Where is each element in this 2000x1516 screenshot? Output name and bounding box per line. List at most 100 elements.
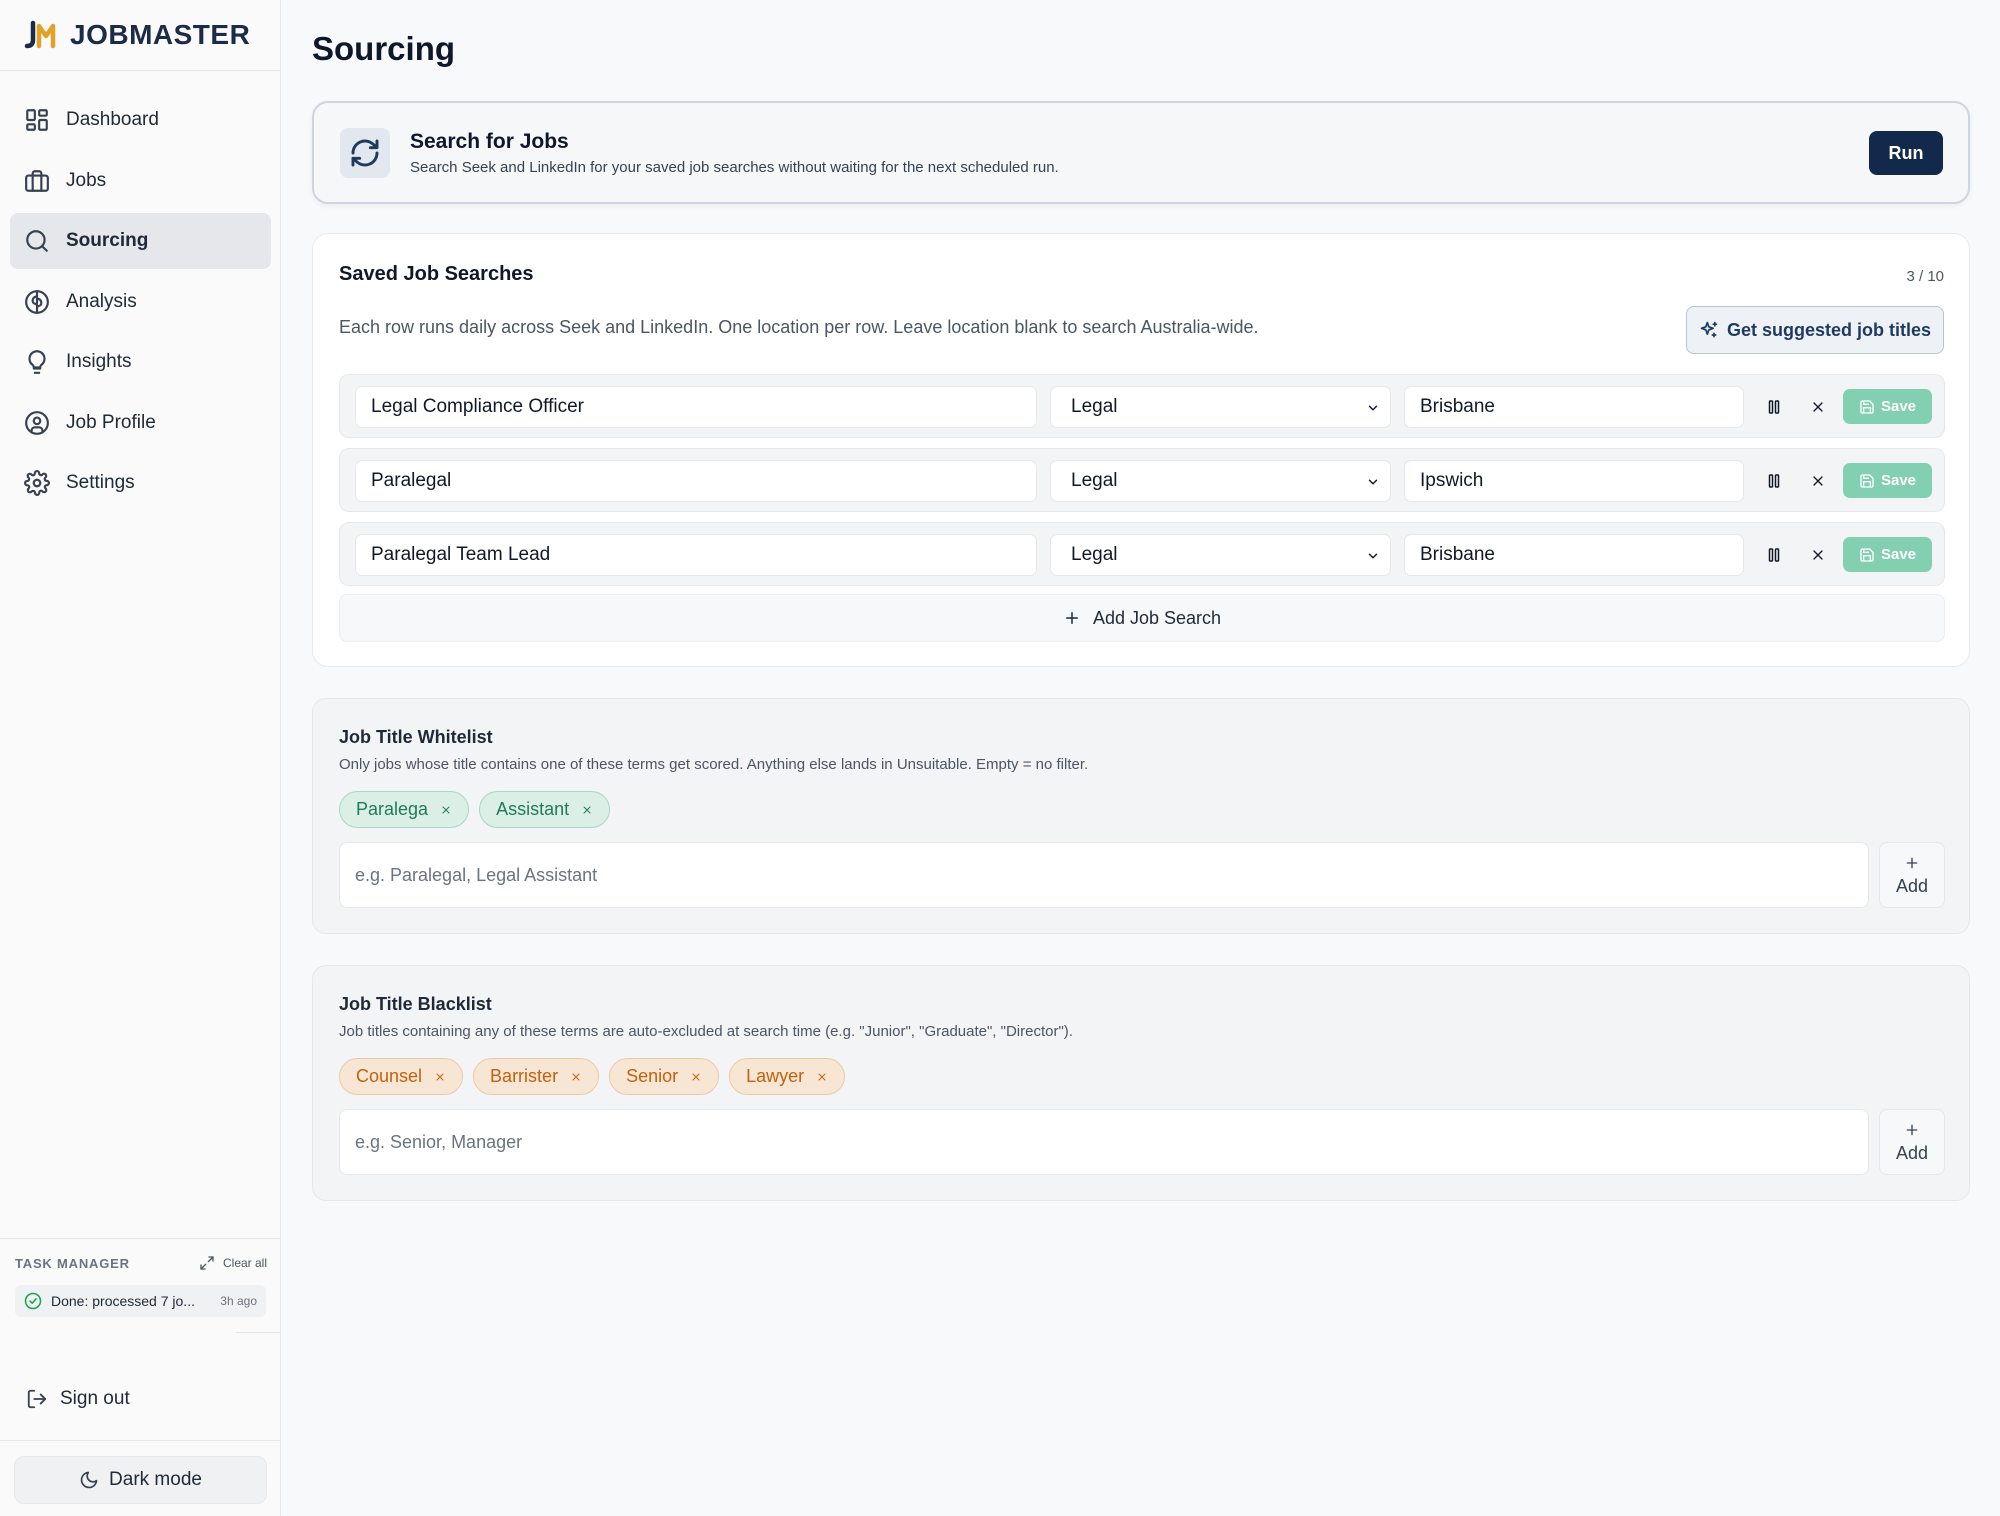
save-label: Save	[1880, 472, 1917, 489]
nav-item-job-profile[interactable]: Job Profile	[10, 395, 271, 451]
nav-label: Insights	[66, 351, 132, 372]
clear-all-label: Clear all	[222, 1256, 267, 1270]
nav-label: Job Profile	[66, 411, 156, 433]
close-icon	[1813, 476, 1823, 486]
get-suggested-job-titles-button[interactable]: Get suggested job titles	[1686, 306, 1944, 354]
location-input[interactable]: Brisbane	[1404, 534, 1744, 576]
job-search-row: Legal Compliance Officer Legal Brisbane …	[339, 374, 1945, 438]
pause-button[interactable]	[1756, 463, 1792, 499]
saved-job-searches-card: Saved Job Searches 3 / 10 Each row runs …	[312, 233, 1970, 667]
save-label: Save	[1880, 546, 1917, 563]
clear-all-button[interactable]: Clear all	[199, 1255, 267, 1271]
task-time: 3h ago	[220, 1294, 257, 1308]
save-button[interactable]: Save	[1843, 463, 1932, 498]
add-job-search-label: Add Job Search	[1092, 607, 1222, 628]
run-card-title: Search for Jobs	[410, 130, 569, 153]
add-job-search-button[interactable]: Add Job Search	[339, 594, 1945, 642]
close-icon[interactable]	[570, 1071, 582, 1083]
save-button[interactable]: Save	[1843, 537, 1932, 572]
blacklist-chip: Lawyer	[729, 1058, 846, 1095]
main-nav: Dashboard Jobs Sourcing Analysis Insight…	[10, 92, 271, 516]
job-search-row: Paralegal Legal Ipswich Save	[339, 448, 1945, 512]
save-icon	[1860, 473, 1874, 488]
chip-label: Barrister	[490, 1066, 559, 1086]
divider	[236, 1332, 281, 1333]
expand-icon[interactable]	[199, 1255, 215, 1271]
pause-icon	[1768, 400, 1780, 414]
blacklist-chips: Counsel Barrister Senior Lawyer	[339, 1058, 846, 1095]
blacklist-add-button[interactable]: Add	[1879, 1109, 1945, 1175]
task-manager-title: TASK MANAGER	[15, 1255, 130, 1271]
remove-row-button[interactable]	[1800, 537, 1836, 573]
chip-label: Counsel	[356, 1066, 423, 1086]
briefcase-icon	[25, 169, 49, 192]
nav-item-jobs[interactable]: Jobs	[10, 153, 271, 209]
blacklist-chip: Barrister	[473, 1058, 600, 1095]
nav-item-settings[interactable]: Settings	[10, 455, 271, 511]
nav-item-dashboard[interactable]: Dashboard	[10, 92, 271, 148]
chevron-down-icon	[1368, 405, 1378, 411]
whitelist-add-button[interactable]: Add	[1879, 842, 1945, 908]
close-icon[interactable]	[816, 1071, 828, 1083]
gear-icon	[24, 470, 50, 496]
chip-label: Assistant	[496, 799, 570, 819]
user-circle-icon	[25, 410, 49, 435]
nav-item-sourcing[interactable]: Sourcing	[10, 213, 271, 269]
job-search-row: Paralegal Team Lead Legal Brisbane Save	[339, 522, 1945, 586]
category-value: Legal	[1071, 544, 1118, 565]
close-icon[interactable]	[434, 1071, 446, 1083]
category-select[interactable]: Legal	[1050, 534, 1391, 576]
refresh-icon	[340, 128, 390, 178]
chip-label: Paralega	[356, 799, 429, 819]
job-title-input[interactable]: Paralegal	[355, 460, 1037, 502]
category-value: Legal	[1071, 470, 1118, 491]
remove-row-button[interactable]	[1800, 389, 1836, 425]
category-value: Legal	[1071, 396, 1118, 417]
add-label: Add	[1895, 876, 1929, 896]
saved-searches-count: 3 / 10	[1906, 268, 1944, 285]
run-button[interactable]: Run	[1869, 131, 1943, 175]
pause-icon	[1768, 548, 1780, 562]
whitelist-chip: Assistant	[479, 791, 611, 828]
brand-name: JOBMASTER	[70, 19, 251, 50]
location-input[interactable]: Brisbane	[1404, 386, 1744, 428]
nav-item-insights[interactable]: Insights	[10, 334, 271, 390]
chevron-down-icon	[1368, 553, 1378, 559]
nav-item-analysis[interactable]: Analysis	[10, 274, 271, 330]
category-select[interactable]: Legal	[1050, 460, 1391, 502]
pause-button[interactable]	[1756, 389, 1792, 425]
location-input[interactable]: Ipswich	[1404, 460, 1744, 502]
blacklist-chip: Senior	[609, 1058, 720, 1095]
whitelist-chips: Paralega Assistant	[339, 791, 611, 828]
dark-mode-toggle[interactable]: Dark mode	[14, 1456, 267, 1504]
close-icon[interactable]	[690, 1071, 702, 1083]
sign-out-button[interactable]: Sign out	[26, 1388, 130, 1410]
task-item[interactable]: Done: processed 7 jo... 3h ago	[15, 1285, 266, 1317]
blacklist-input[interactable]: e.g. Senior, Manager	[339, 1109, 1869, 1175]
whitelist-input[interactable]: e.g. Paralegal, Legal Assistant	[339, 842, 1869, 908]
brain-icon	[25, 289, 49, 314]
save-icon	[1860, 399, 1874, 414]
close-icon[interactable]	[440, 804, 452, 816]
brand-logo[interactable]: JOBMASTER	[24, 18, 250, 52]
save-icon	[1860, 547, 1874, 562]
whitelist-title: Job Title Whitelist	[339, 727, 493, 747]
nav-label: Jobs	[66, 169, 107, 191]
save-label: Save	[1880, 398, 1917, 415]
save-button[interactable]: Save	[1843, 389, 1932, 424]
sidebar: JOBMASTER Dashboard Jobs Sourcing Analys…	[0, 0, 281, 1516]
plus-icon	[1065, 612, 1078, 624]
run-card-description: Search Seek and LinkedIn for your saved …	[410, 159, 1059, 176]
job-title-input[interactable]: Paralegal Team Lead	[355, 534, 1037, 576]
pause-button[interactable]	[1756, 537, 1792, 573]
remove-row-button[interactable]	[1800, 463, 1836, 499]
divider	[0, 70, 281, 71]
job-title-input[interactable]: Legal Compliance Officer	[355, 386, 1037, 428]
whitelist-description: Only jobs whose title contains one of th…	[339, 756, 1089, 773]
category-select[interactable]: Legal	[1050, 386, 1391, 428]
close-icon[interactable]	[581, 804, 593, 816]
pause-icon	[1768, 474, 1780, 488]
dashboard-icon	[26, 109, 48, 131]
nav-label: Analysis	[66, 290, 137, 312]
whitelist-chip: Paralega	[339, 791, 470, 828]
